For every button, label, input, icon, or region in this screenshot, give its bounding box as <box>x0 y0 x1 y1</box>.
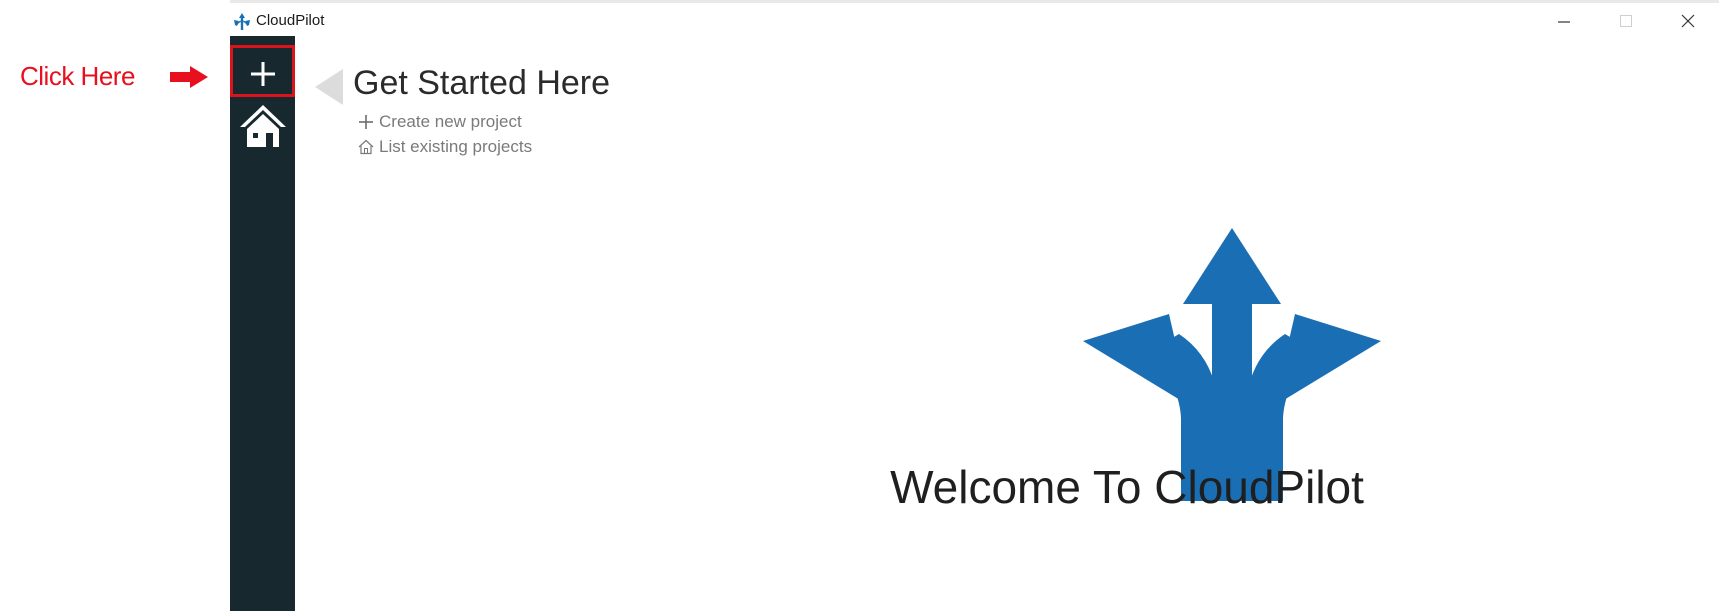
annotation-arrow-icon <box>170 66 208 88</box>
annotation-label: Click Here <box>20 61 135 91</box>
home-icon <box>239 105 286 147</box>
plus-icon <box>359 115 373 129</box>
sidebar <box>230 36 295 611</box>
annotation-highlight-box <box>230 45 295 97</box>
maximize-icon <box>1620 15 1632 27</box>
title-bar: CloudPilot <box>230 6 1719 36</box>
window-controls <box>1533 6 1719 36</box>
home-outline-icon <box>358 139 374 155</box>
sidebar-home-button[interactable] <box>230 100 295 152</box>
app-title: CloudPilot <box>256 12 325 29</box>
app-window: CloudPilot Get Started Here Create new p… <box>230 0 1719 611</box>
back-arrow-icon[interactable] <box>315 69 343 105</box>
list-existing-projects-link[interactable]: List existing projects <box>358 137 532 157</box>
minimize-button[interactable] <box>1533 6 1595 36</box>
create-new-project-label: Create new project <box>379 112 522 131</box>
create-new-project-link[interactable]: Create new project <box>358 112 522 132</box>
page-title: Get Started Here <box>353 64 611 102</box>
close-icon <box>1681 14 1695 28</box>
welcome-heading: Welcome To CloudPilot <box>890 461 1364 513</box>
maximize-button[interactable] <box>1595 6 1657 36</box>
minimize-icon <box>1558 21 1570 23</box>
cloudpilot-logo-icon <box>234 13 250 30</box>
main-content: Get Started Here Create new project List… <box>295 36 1719 611</box>
list-existing-projects-label: List existing projects <box>379 137 533 156</box>
close-button[interactable] <box>1657 6 1719 36</box>
screen: Click Here CloudPilot Get Started Here C… <box>0 0 1719 611</box>
